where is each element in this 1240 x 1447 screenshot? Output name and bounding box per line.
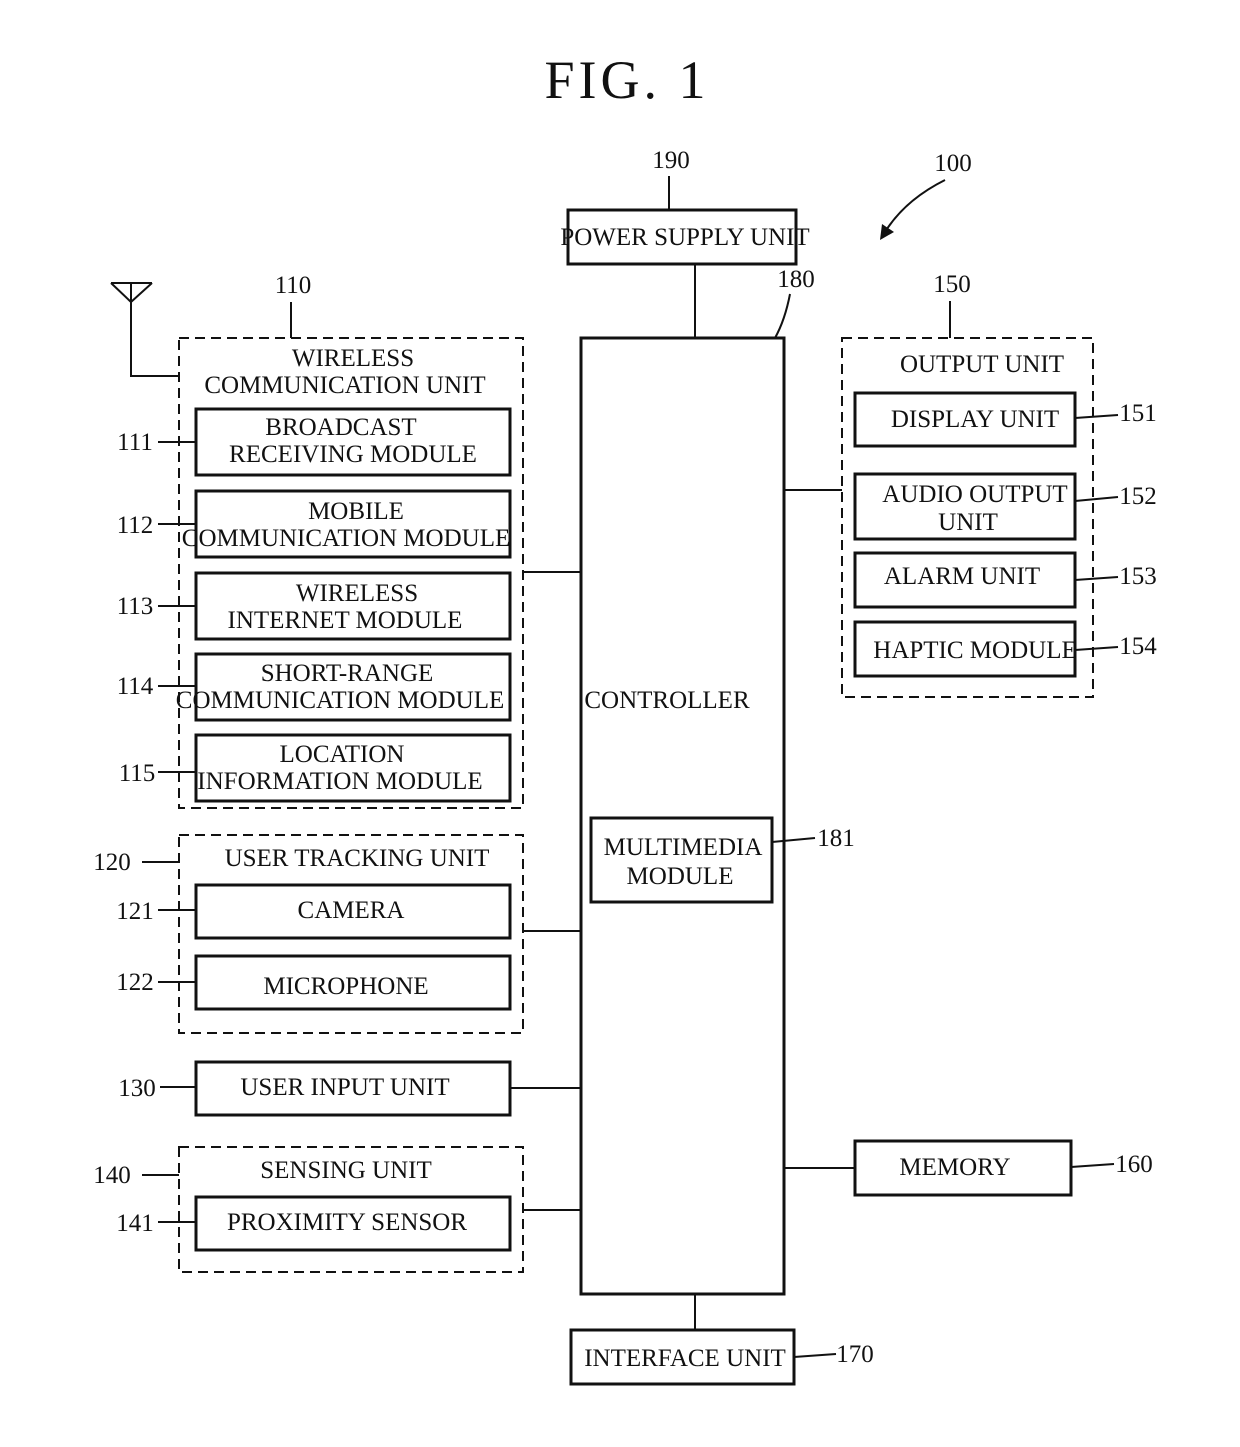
tracking-module-122: MICROPHONE 122 xyxy=(116,954,512,1011)
module-ref: 122 xyxy=(116,969,154,996)
module-label-1: AUDIO OUTPUT xyxy=(882,481,1067,508)
wireless-module-111: BROADCAST RECEIVING MODULE 111 xyxy=(117,407,512,477)
module-ref: 111 xyxy=(117,429,153,456)
device-ref-arrow-line xyxy=(884,179,946,233)
power-supply-ref: 190 xyxy=(652,147,690,174)
output-unit-label: OUTPUT UNIT xyxy=(900,351,1064,378)
output-module-153: ALARM UNIT 153 xyxy=(853,551,1157,609)
controller-leader xyxy=(774,293,791,339)
module-label-1: HAPTIC MODULE xyxy=(873,637,1076,664)
module-ref: 113 xyxy=(117,593,154,620)
module-label-2: UNIT xyxy=(938,509,998,536)
user-input-unit-label: USER INPUT UNIT xyxy=(240,1074,449,1101)
user-tracking-ref: 120 xyxy=(93,849,131,876)
controller-box xyxy=(579,336,786,1296)
wireless-module-114: SHORT-RANGE COMMUNICATION MODULE 114 xyxy=(117,652,512,722)
wireless-module-115: LOCATION INFORMATION MODULE 115 xyxy=(119,733,512,803)
module-label: PROXIMITY SENSOR xyxy=(227,1209,467,1236)
module-ref: 141 xyxy=(116,1210,154,1237)
module-label-1: SHORT-RANGE xyxy=(261,660,434,687)
output-module-151: DISPLAY UNIT 151 xyxy=(853,391,1157,448)
multimedia-module-label-1: MULTIMEDIA xyxy=(604,834,763,861)
module-label-1: ALARM UNIT xyxy=(884,563,1040,590)
antenna-icon-mast xyxy=(130,283,179,377)
module-ref: 152 xyxy=(1119,483,1157,510)
module-ref: 115 xyxy=(119,760,156,787)
module-ref: 151 xyxy=(1119,400,1157,427)
wireless-unit-label-1: WIRELESS xyxy=(292,345,414,372)
multimedia-module-label-2: MODULE xyxy=(627,863,734,890)
user-tracking-unit-label: USER TRACKING UNIT xyxy=(225,845,490,872)
tracking-module-121: CAMERA 121 xyxy=(116,883,512,940)
module-ref: 153 xyxy=(1119,563,1157,590)
module-ref: 121 xyxy=(116,898,154,925)
module-label-2: RECEIVING MODULE xyxy=(229,441,477,468)
memory-ref: 160 xyxy=(1115,1151,1153,1178)
wireless-unit-label-2: COMMUNICATION UNIT xyxy=(204,372,485,399)
memory-label: MEMORY xyxy=(899,1154,1010,1181)
module-label-2: INFORMATION MODULE xyxy=(197,768,482,795)
module-ref: 114 xyxy=(117,673,154,700)
interface-leader xyxy=(793,1353,837,1358)
memory-leader xyxy=(1070,1163,1115,1168)
output-module-152: AUDIO OUTPUT UNIT 152 xyxy=(853,472,1157,541)
wireless-module-112: MOBILE COMMUNICATION MODULE 112 xyxy=(117,489,512,559)
module-label-1: LOCATION xyxy=(280,741,405,768)
controller-label: CONTROLLER xyxy=(584,687,750,714)
module-label-1: BROADCAST xyxy=(265,414,416,441)
wireless-unit-ref: 110 xyxy=(275,272,312,299)
module-label-2: INTERNET MODULE xyxy=(228,607,463,634)
module-ref: 154 xyxy=(1119,633,1157,660)
controller-ref: 180 xyxy=(777,266,815,293)
figure-title: FIG. 1 xyxy=(544,50,709,110)
antenna-icon-right xyxy=(130,282,153,303)
power-supply-unit-label: POWER SUPPLY UNIT xyxy=(560,224,809,251)
sensing-ref: 140 xyxy=(93,1162,131,1189)
module-label-1: DISPLAY UNIT xyxy=(891,406,1059,433)
device-ref-label: 100 xyxy=(934,150,972,177)
output-unit-ref: 150 xyxy=(933,271,971,298)
multimedia-ref: 181 xyxy=(817,825,855,852)
module-label-1: MOBILE xyxy=(308,498,404,525)
sensing-module-141: PROXIMITY SENSOR 141 xyxy=(116,1195,512,1252)
block-diagram: FIG. 1 100 190 POWER SUPPLY UNIT 180 CON… xyxy=(93,50,1157,1386)
module-label-1: WIRELESS xyxy=(296,580,418,607)
interface-ref: 170 xyxy=(836,1341,874,1368)
module-label: CAMERA xyxy=(298,897,405,924)
module-ref: 112 xyxy=(117,512,154,539)
module-label-2: COMMUNICATION MODULE xyxy=(176,687,504,714)
user-input-ref: 130 xyxy=(118,1075,156,1102)
module-label: MICROPHONE xyxy=(263,973,428,1000)
wireless-module-113: WIRELESS INTERNET MODULE 113 xyxy=(117,571,512,641)
antenna-icon-left xyxy=(110,282,132,303)
output-module-154: HAPTIC MODULE 154 xyxy=(853,620,1157,678)
sensing-unit-label: SENSING UNIT xyxy=(260,1157,432,1184)
device-ref-arrowhead-icon xyxy=(880,224,894,240)
module-label-2: COMMUNICATION MODULE xyxy=(182,525,510,552)
interface-unit-label: INTERFACE UNIT xyxy=(584,1345,786,1372)
